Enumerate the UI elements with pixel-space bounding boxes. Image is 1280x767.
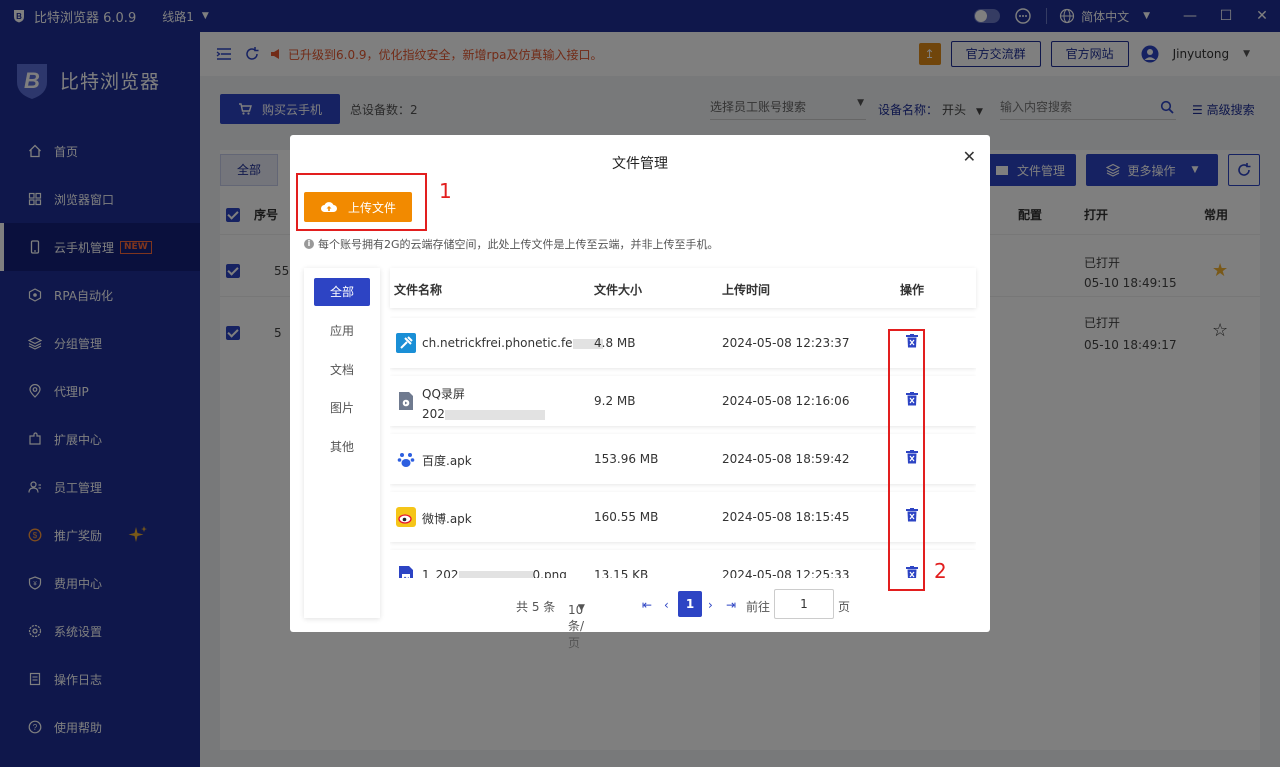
category-panel: 全部 应用 文档 图片 其他 (304, 268, 380, 618)
header-file-name: 文件名称 (394, 283, 443, 297)
file-size: 153.96 MB (594, 452, 659, 466)
page-unit-label: 页 (838, 600, 851, 614)
file-name-text: 1_202 (422, 568, 459, 578)
annotation-number: 2 (934, 559, 947, 583)
file-name: ch.netrickfrei.phonetic.fe (422, 336, 603, 350)
category-other[interactable]: 其他 (314, 433, 370, 461)
next-page-icon[interactable]: › (708, 598, 713, 612)
header-file-size: 文件大小 (594, 283, 643, 297)
header-upload-time: 上传时间 (722, 283, 771, 297)
annotation-box-upload (296, 173, 427, 231)
goto-page-input[interactable]: 1 (774, 589, 834, 619)
prev-page-icon[interactable]: ‹ (664, 598, 669, 612)
upload-time: 2024-05-08 18:15:45 (722, 510, 850, 524)
upload-time: 2024-05-08 12:25:33 (722, 568, 850, 578)
header-action: 操作 (900, 283, 925, 297)
file-name-text: QQ录屏 (422, 387, 465, 401)
category-documents[interactable]: 文档 (314, 356, 370, 384)
upload-time: 2024-05-08 12:16:06 (722, 394, 850, 408)
category-all[interactable]: 全部 (314, 278, 370, 306)
upload-time: 2024-05-08 18:59:42 (722, 452, 850, 466)
file-size: 13.15 KB (594, 568, 649, 578)
file-name: QQ录屏 202 (422, 384, 545, 424)
file-name: 微博.apk (422, 512, 472, 526)
upload-time: 2024-05-08 12:23:37 (722, 336, 850, 350)
app-tools-icon (396, 333, 416, 353)
redaction (444, 409, 545, 420)
video-file-icon (399, 392, 413, 410)
file-name-text: 202 (422, 407, 445, 421)
file-size: 4.8 MB (594, 336, 636, 350)
chevron-down-icon: ▼ (578, 603, 585, 613)
total-count: 共 5 条 (516, 600, 556, 614)
pagination: 共 5 条 10条/页 ▼ ⇤ ‹ › ⇥ 前往 页 (290, 593, 990, 650)
category-images[interactable]: 图片 (314, 394, 370, 422)
baidu-app-icon (396, 449, 416, 469)
file-name: 百度.apk (422, 454, 472, 468)
file-size: 9.2 MB (594, 394, 636, 408)
info-icon: i (304, 239, 314, 249)
last-page-icon[interactable]: ⇥ (726, 598, 736, 612)
close-icon[interactable]: ✕ (963, 147, 976, 166)
image-file-icon (399, 566, 413, 578)
file-size: 160.55 MB (594, 510, 659, 524)
file-name-text: 0.png (532, 568, 567, 578)
weibo-app-icon (396, 507, 416, 527)
storage-hint-text: 每个账号拥有2G的云端存储空间，此处上传文件是上传至云端，并非上传至手机。 (318, 238, 719, 251)
annotation-box-delete (888, 329, 925, 591)
redaction (458, 570, 533, 578)
first-page-icon[interactable]: ⇤ (642, 598, 652, 612)
category-apps[interactable]: 应用 (314, 317, 370, 345)
current-page-button[interactable]: 1 (678, 591, 702, 617)
annotation-number: 1 (439, 179, 452, 203)
storage-hint: i 每个账号拥有2G的云端存储空间，此处上传文件是上传至云端，并非上传至手机。 (304, 236, 719, 252)
dialog-title: 文件管理 (612, 156, 668, 172)
file-table-header: 文件名称 文件大小 上传时间 操作 (390, 268, 976, 308)
goto-label: 前往 (746, 600, 771, 614)
file-name: 1_202 0.png (422, 568, 567, 578)
file-name-text: ch.netrickfrei.phonetic.fe (422, 336, 573, 350)
